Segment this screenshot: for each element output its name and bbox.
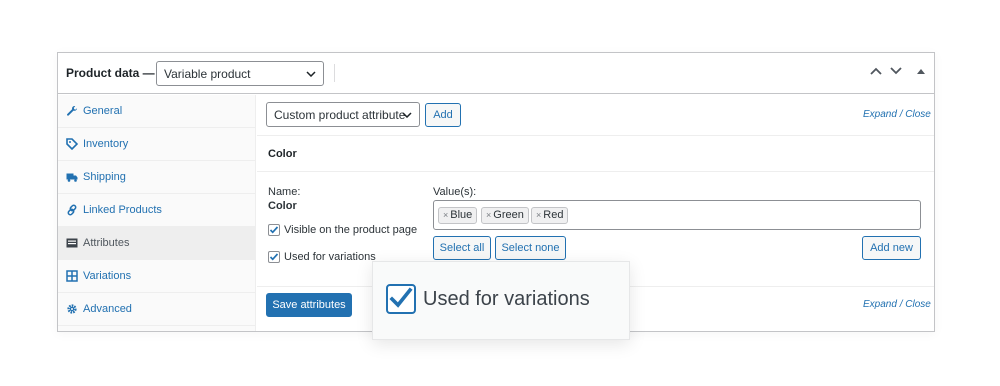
wrench-icon bbox=[67, 106, 78, 116]
panel-header: Product data — Variable product bbox=[58, 53, 934, 94]
panel-title: Product data — bbox=[66, 66, 155, 80]
select-all-button[interactable]: Select all bbox=[433, 236, 491, 260]
sidebar-item-attributes[interactable]: Attributes bbox=[58, 227, 256, 260]
chevron-down-icon bbox=[402, 111, 412, 118]
header-divider bbox=[334, 64, 335, 82]
sidebar-item-label: Attributes bbox=[83, 237, 130, 249]
sidebar-item-general[interactable]: General bbox=[58, 95, 256, 128]
value-tag[interactable]: × Red bbox=[531, 207, 569, 224]
checkmark-icon bbox=[269, 253, 279, 261]
attribute-type-value: Custom product attribute bbox=[274, 107, 406, 122]
checkmark-icon bbox=[389, 287, 413, 308]
add-attribute-button[interactable]: Add bbox=[425, 103, 461, 127]
expand-close-link[interactable]: Expand / Close bbox=[863, 109, 931, 120]
sidebar-item-label: General bbox=[83, 105, 123, 117]
add-attribute-label: Add bbox=[433, 109, 453, 121]
sidebar-item-label: Variations bbox=[83, 270, 132, 282]
expand-close-link-bottom[interactable]: Expand / Close bbox=[863, 299, 931, 310]
add-new-button[interactable]: Add new bbox=[862, 236, 921, 260]
move-up-icon[interactable] bbox=[870, 66, 882, 76]
link-icon bbox=[67, 204, 77, 216]
grid-icon bbox=[66, 270, 78, 282]
value-tag[interactable]: × Green bbox=[481, 207, 529, 224]
move-down-icon[interactable] bbox=[890, 66, 902, 76]
collapse-toggle-icon[interactable] bbox=[917, 68, 925, 74]
select-none-label: Select none bbox=[501, 242, 560, 254]
value-tag-label: Red bbox=[543, 209, 564, 221]
used-for-variations-checkbox[interactable] bbox=[268, 251, 280, 263]
name-label: Name: bbox=[268, 186, 301, 198]
attribute-header[interactable]: Color bbox=[257, 136, 934, 172]
sidebar-item-label: Advanced bbox=[83, 303, 132, 315]
save-attributes-button[interactable]: Save attributes bbox=[266, 293, 352, 317]
callout-label: Used for variations bbox=[423, 288, 590, 310]
truck-icon bbox=[66, 173, 78, 182]
sidebar-item-label: Shipping bbox=[83, 171, 126, 183]
value-tag-label: Blue bbox=[450, 209, 473, 221]
attribute-type-select[interactable]: Custom product attribute bbox=[266, 102, 420, 127]
chevron-down-icon bbox=[306, 70, 316, 77]
product-type-value: Variable product bbox=[164, 66, 251, 81]
name-value: Color bbox=[268, 200, 297, 212]
product-type-select[interactable]: Variable product bbox=[156, 61, 324, 86]
remove-icon[interactable]: × bbox=[443, 210, 448, 220]
select-none-button[interactable]: Select none bbox=[495, 236, 566, 260]
values-input[interactable]: × Blue × Green × Red bbox=[433, 200, 921, 230]
value-tag[interactable]: × Blue bbox=[438, 207, 478, 224]
add-new-label: Add new bbox=[870, 242, 913, 254]
values-label: Value(s): bbox=[433, 186, 477, 198]
sidebar-item-advanced[interactable]: Advanced bbox=[58, 293, 256, 326]
sidebar-item-label: Linked Products bbox=[83, 204, 162, 216]
remove-icon[interactable]: × bbox=[486, 210, 491, 220]
product-data-tabs: General Inventory Shipping Linked Produc… bbox=[58, 95, 256, 331]
checkmark-icon bbox=[269, 226, 279, 234]
tag-icon bbox=[66, 138, 78, 150]
sidebar-item-variations[interactable]: Variations bbox=[58, 260, 256, 293]
visible-checkbox[interactable] bbox=[268, 224, 280, 236]
remove-icon[interactable]: × bbox=[536, 210, 541, 220]
visible-label: Visible on the product page bbox=[284, 224, 418, 236]
sidebar-item-shipping[interactable]: Shipping bbox=[58, 161, 256, 194]
select-all-label: Select all bbox=[439, 242, 485, 254]
sidebar-item-linked-products[interactable]: Linked Products bbox=[58, 194, 256, 227]
gear-icon bbox=[67, 304, 77, 314]
value-tag-label: Green bbox=[493, 209, 524, 221]
list-icon bbox=[66, 238, 78, 248]
sidebar-item-label: Inventory bbox=[83, 138, 129, 150]
used-for-variations-label: Used for variations bbox=[284, 251, 376, 263]
attribute-title: Color bbox=[268, 148, 297, 160]
sidebar-item-inventory[interactable]: Inventory bbox=[58, 128, 256, 161]
used-for-variations-checkbox-zoom[interactable] bbox=[386, 284, 416, 314]
zoom-callout: Used for variations bbox=[372, 261, 630, 340]
